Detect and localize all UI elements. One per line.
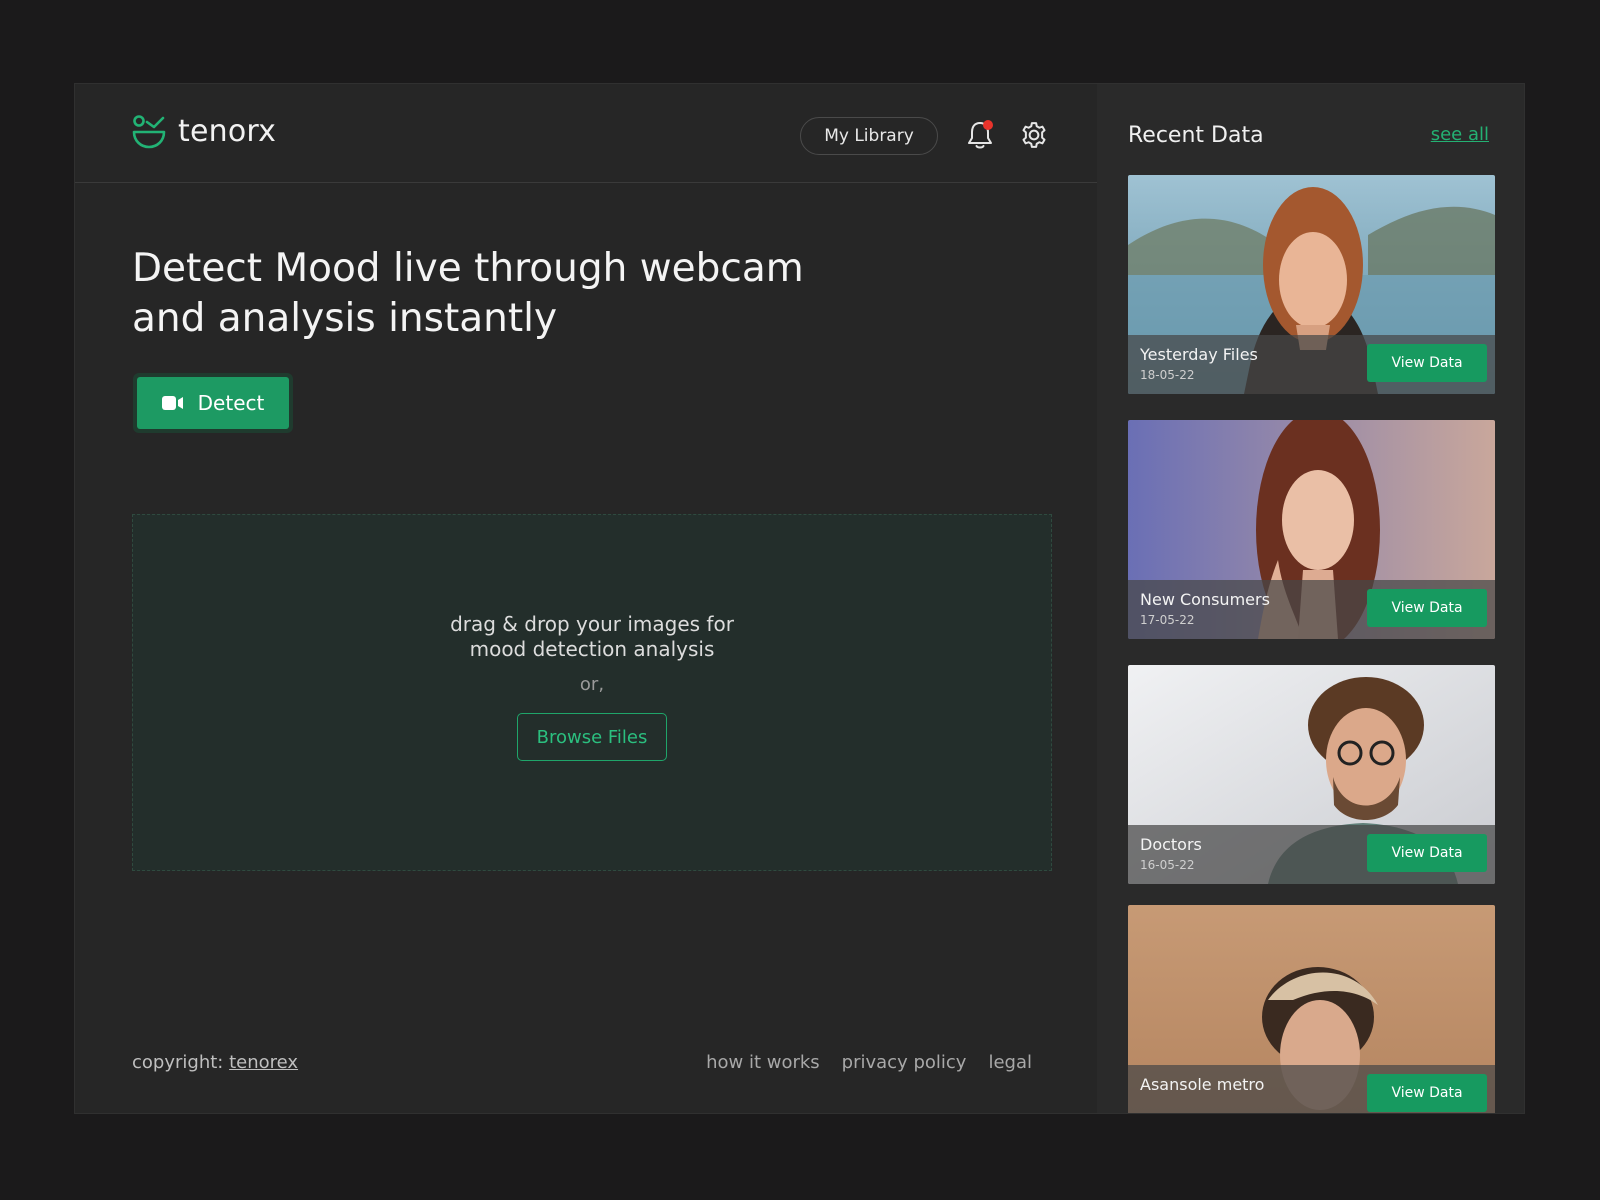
my-library-button[interactable]: My Library xyxy=(800,117,938,155)
app-window: tenorx My Library Detect Mood live throu… xyxy=(74,83,1525,1114)
card-date: 17-05-22 xyxy=(1140,613,1195,627)
dropzone-or: or, xyxy=(579,674,605,695)
card-date: 18-05-22 xyxy=(1140,368,1195,382)
recent-data-sidebar: Recent Data see all Yesterday Files 18-0… xyxy=(1097,84,1524,1113)
gear-icon xyxy=(1022,122,1046,148)
logo-icon xyxy=(132,114,166,148)
see-all-link[interactable]: see all xyxy=(1431,124,1489,145)
notifications-button[interactable] xyxy=(964,118,996,152)
recent-card-asansole-metro: Asansole metro View Data xyxy=(1128,905,1495,1113)
view-data-button[interactable]: View Data xyxy=(1367,834,1487,872)
detect-label: Detect xyxy=(197,391,265,415)
dropzone-instructions: drag & drop your images for mood detecti… xyxy=(442,612,742,662)
recent-card-yesterday-files: Yesterday Files 18-05-22 View Data xyxy=(1128,175,1495,394)
logo[interactable]: tenorx xyxy=(132,114,276,149)
card-title: New Consumers xyxy=(1140,590,1270,609)
notification-badge xyxy=(983,120,993,130)
hero-headline: Detect Mood live through webcam and anal… xyxy=(132,244,832,344)
card-title: Asansole metro xyxy=(1140,1075,1265,1094)
brand-name: tenorx xyxy=(178,114,277,149)
dropzone-text-line-2: mood detection analysis xyxy=(469,637,715,661)
card-title: Doctors xyxy=(1140,835,1202,854)
settings-button[interactable] xyxy=(1018,118,1050,152)
view-data-button[interactable]: View Data xyxy=(1367,589,1487,627)
recent-data-title: Recent Data xyxy=(1128,123,1264,148)
recent-card-doctors: Doctors 16-05-22 View Data xyxy=(1128,665,1495,884)
footer-link-legal[interactable]: legal xyxy=(988,1052,1032,1073)
detect-button-frame: Detect xyxy=(133,373,293,433)
browse-files-button[interactable]: Browse Files xyxy=(517,713,667,761)
view-data-button[interactable]: View Data xyxy=(1367,344,1487,382)
card-title: Yesterday Files xyxy=(1140,345,1258,364)
main-panel: tenorx My Library Detect Mood live throu… xyxy=(75,84,1097,1113)
top-bar: tenorx My Library xyxy=(75,84,1097,183)
footer-links: how it works privacy policy legal xyxy=(706,1052,1032,1073)
footer-link-how-it-works[interactable]: how it works xyxy=(706,1052,820,1073)
card-date: 16-05-22 xyxy=(1140,858,1195,872)
copyright-link[interactable]: tenorex xyxy=(229,1052,298,1073)
headline-line-2: and analysis instantly xyxy=(132,296,558,341)
headline-line-1: Detect Mood live through webcam xyxy=(132,246,804,291)
detect-button[interactable]: Detect xyxy=(137,377,289,429)
recent-card-new-consumers: New Consumers 17-05-22 View Data xyxy=(1128,420,1495,639)
video-camera-icon xyxy=(161,396,183,410)
view-data-button[interactable]: View Data xyxy=(1367,1074,1487,1112)
copyright: copyright: tenorex xyxy=(132,1052,298,1073)
dropzone-text-line-1: drag & drop your images for xyxy=(450,612,734,636)
copyright-label: copyright: xyxy=(132,1052,224,1073)
footer-link-privacy-policy[interactable]: privacy policy xyxy=(842,1052,967,1073)
image-dropzone[interactable]: drag & drop your images for mood detecti… xyxy=(132,514,1052,871)
